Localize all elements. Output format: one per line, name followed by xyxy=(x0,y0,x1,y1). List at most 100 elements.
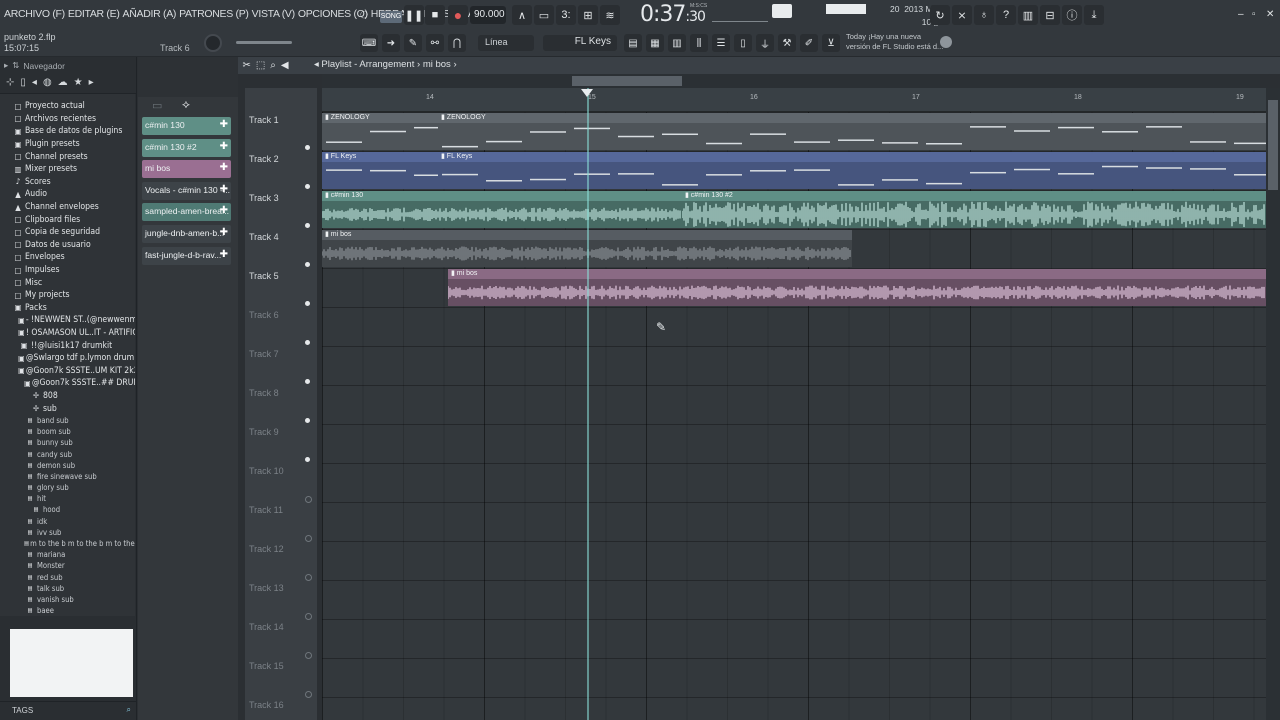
vertical-scrollbar[interactable] xyxy=(1266,88,1280,720)
browser-item[interactable]: ✢ sub xyxy=(0,402,135,415)
horizontal-scrollbar[interactable] xyxy=(322,74,1260,88)
track-name[interactable]: Track 10 xyxy=(249,466,284,476)
picker-item[interactable]: jungle-dnb-amen-b... ✚ xyxy=(142,225,231,243)
vscroll-thumb[interactable] xyxy=(1268,100,1278,190)
add-icon[interactable]: ✚ xyxy=(220,205,228,216)
browser-item[interactable]: ▣! OSAMASON UL..IT - ARTIFICIAL xyxy=(0,327,135,340)
plugin-icon[interactable]: ⊟ xyxy=(1040,5,1060,25)
browser-file[interactable]: ▤ mariana xyxy=(0,549,135,560)
browser-file[interactable]: ▤ demon sub xyxy=(0,460,135,471)
add-icon[interactable]: ✚ xyxy=(220,227,228,238)
picker-item[interactable]: fast-jungle-d-b-rav... ✚ xyxy=(142,246,231,265)
browser-file[interactable]: ▤ fire sinewave sub xyxy=(0,471,135,482)
track-mute-led[interactable] xyxy=(305,496,312,503)
close-icon[interactable]: ✕ xyxy=(1266,9,1274,20)
browser-file[interactable]: ▤ Monster xyxy=(0,560,135,571)
browser-file[interactable]: ▤ candy sub xyxy=(0,448,135,459)
microphone-icon[interactable]: ♁ xyxy=(974,5,994,25)
cart-icon[interactable]: ⊻ xyxy=(822,34,840,52)
track-name[interactable]: Track 15 xyxy=(249,661,284,671)
search-icon[interactable]: ⌕ xyxy=(127,705,131,715)
news-ticker[interactable]: Today ¡Hay una nueva versión de FL Studi… xyxy=(846,32,943,52)
browser-item[interactable]: □ Archivos recientes xyxy=(0,113,135,126)
track-name[interactable]: Track 7 xyxy=(249,349,279,359)
track-mute-led[interactable] xyxy=(305,379,310,384)
refresh-icon[interactable]: ↻ xyxy=(930,5,950,25)
add-icon[interactable]: ✚ xyxy=(220,119,228,130)
browser-item[interactable]: ▣ !!@luisi1k17 drumkit xyxy=(0,339,135,352)
browser-item[interactable]: ▣ Base de datos de plugins xyxy=(0,125,135,138)
browser-file[interactable]: ▤ baee xyxy=(0,605,135,616)
pause-button[interactable]: ❚❚ xyxy=(404,5,424,25)
browser-item[interactable]: □ Misc xyxy=(0,276,135,289)
all-icon[interactable]: ⊹ xyxy=(6,77,14,90)
playlist-clip[interactable]: ▮ c#min 130 #2 xyxy=(682,191,1266,228)
browser-file[interactable]: ▤ bunny sub xyxy=(0,437,135,448)
timeline-ruler[interactable]: 14 15 16 17 18 19 xyxy=(322,88,1266,112)
master-pitch-knob[interactable] xyxy=(204,34,222,52)
add-icon[interactable]: ✚ xyxy=(220,184,228,195)
playhead-marker[interactable] xyxy=(581,89,593,97)
arrow-icon[interactable]: ▸ xyxy=(4,60,8,71)
picker-item[interactable]: Vocals - c#min 130 -... ✚ xyxy=(142,181,231,200)
track-mute-led[interactable] xyxy=(305,574,312,581)
playlist-clip[interactable]: ▮ ZENOLOGY xyxy=(438,113,1266,150)
cloud-icon[interactable]: ☁ xyxy=(58,77,68,90)
track-mute-led[interactable] xyxy=(305,223,310,228)
browser-item[interactable]: ▲ Audio xyxy=(0,188,135,201)
blend-notes-icon[interactable]: ≋ xyxy=(600,5,620,25)
track-name[interactable]: Track 6 xyxy=(249,310,279,320)
arrow-right-icon[interactable]: ➜ xyxy=(382,34,400,52)
help-icon[interactable]: ? xyxy=(996,5,1016,25)
browser-file[interactable]: ▤ idk xyxy=(0,516,135,527)
track-name[interactable]: Track 4 xyxy=(249,232,279,242)
track-name[interactable]: Track 9 xyxy=(249,427,279,437)
track-mute-led[interactable] xyxy=(305,145,310,150)
plugin-db-icon[interactable]: ◂ xyxy=(32,77,37,90)
audio-wave-icon[interactable]: ⟡ xyxy=(182,97,190,112)
browser-item[interactable]: ♪ Scores xyxy=(0,176,135,189)
track-mute-led[interactable] xyxy=(305,535,312,542)
browser-file[interactable]: ▤ red sub xyxy=(0,571,135,582)
draw-tool-icon[interactable]: ✎ xyxy=(404,34,422,52)
link-icon[interactable]: ⚯ xyxy=(426,34,444,52)
browser-item[interactable]: □ Envelopes xyxy=(0,251,135,264)
track-mute-led[interactable] xyxy=(305,691,312,698)
picker-item[interactable]: sampled-amen-brea... ✚ xyxy=(142,203,231,222)
record-button[interactable]: ● xyxy=(448,5,468,25)
track-mute-led[interactable] xyxy=(305,262,310,267)
track-mute-led[interactable] xyxy=(305,457,310,462)
browser-item[interactable]: □ Copia de seguridad xyxy=(0,226,135,239)
piano-roll-icon[interactable]: ▥ xyxy=(668,34,686,52)
browser-item[interactable]: ▣ Plugin presets xyxy=(0,138,135,151)
tempo-display[interactable]: 90.000 xyxy=(470,6,506,24)
playlist-clip[interactable]: ▮ FL Keys xyxy=(438,152,1266,189)
browser-file[interactable]: ▤ hit xyxy=(0,493,135,504)
download-icon[interactable]: ⤓ xyxy=(1084,5,1104,25)
browser-file[interactable]: ▤ boom sub xyxy=(0,426,135,437)
browser-file[interactable]: ▤ talk sub xyxy=(0,583,135,594)
add-icon[interactable]: ✚ xyxy=(220,249,228,260)
more-icon[interactable]: ▸ xyxy=(89,77,94,90)
browser-item[interactable]: ▣ @Goon7k SSSTE..UM KIT 2k26 xyxy=(0,364,135,377)
picker-item[interactable]: c#min 130 #2 ✚ xyxy=(142,138,231,157)
menu-item[interactable]: EDITAR (E) xyxy=(68,8,120,20)
browser-item[interactable]: □ Channel presets xyxy=(0,150,135,163)
track-name[interactable]: Track 13 xyxy=(249,583,284,593)
stop-button[interactable]: ■ xyxy=(425,5,445,25)
browser-item[interactable]: ✢ 808 xyxy=(0,390,135,403)
master-volume-slider[interactable] xyxy=(236,41,292,44)
song-mode-button[interactable]: SONG xyxy=(380,11,402,23)
browser-file[interactable]: ▤ hood xyxy=(0,504,135,515)
track-name[interactable]: Track 11 xyxy=(249,505,283,515)
zoom-tool-icon[interactable]: ⌕ xyxy=(270,60,276,71)
chart-icon[interactable]: ▥ xyxy=(1018,5,1038,25)
slice-tool-icon[interactable]: ✂ xyxy=(242,60,250,71)
step-edit-icon[interactable]: ⊞ xyxy=(578,5,598,25)
playlist-clip[interactable]: ▮ c#min 130 xyxy=(322,191,682,228)
menu-item[interactable]: PATRONES (P) xyxy=(179,8,249,20)
menu-item[interactable]: AÑADIR (A) xyxy=(123,8,177,20)
brush-icon[interactable]: ✐ xyxy=(800,34,818,52)
current-pattern[interactable]: mi bos xyxy=(423,59,451,70)
browser-item[interactable]: ▣ @Swlargo tdf p.lymon drum kit xyxy=(0,352,135,365)
